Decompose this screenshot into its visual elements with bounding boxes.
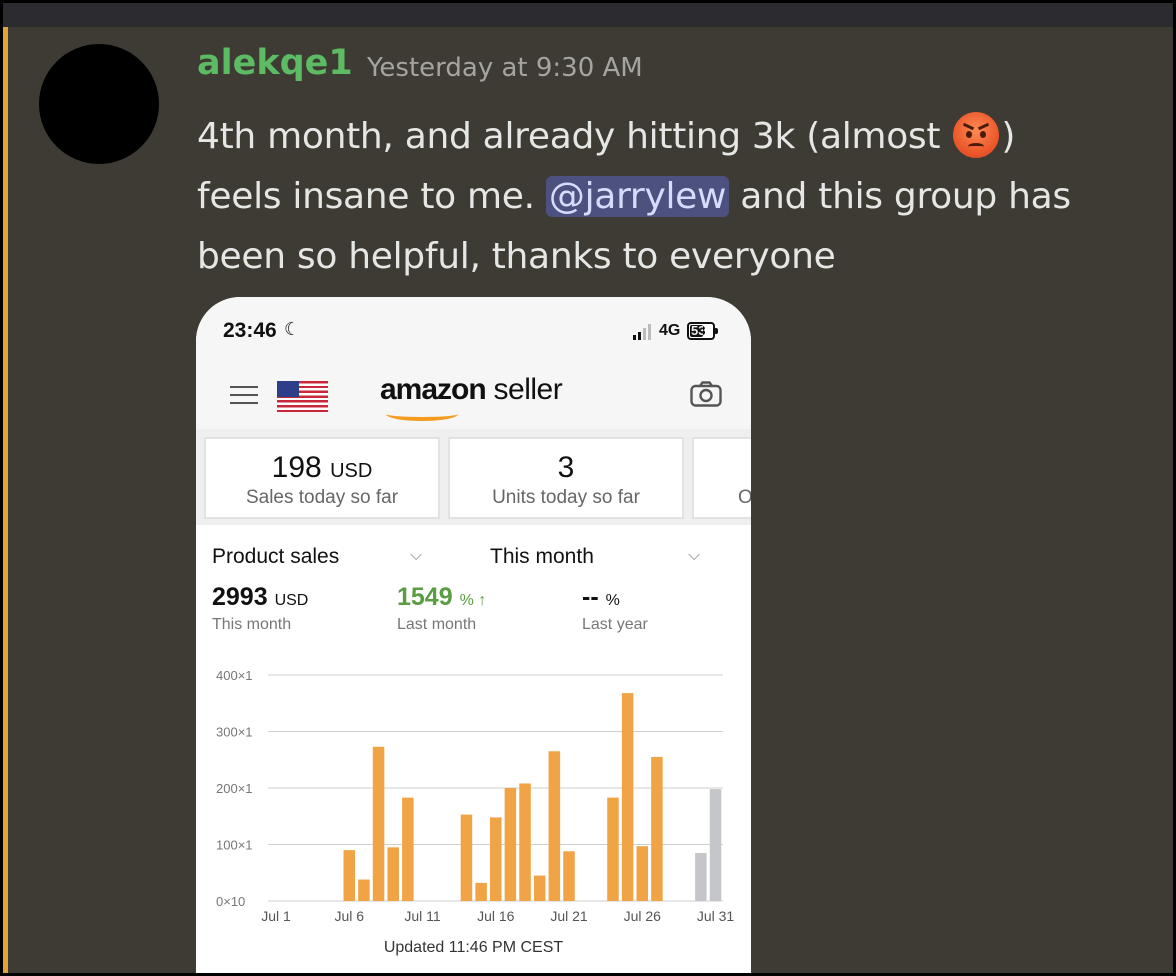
angry-face-icon	[953, 112, 1000, 158]
x-tick-label: Jul 6	[334, 908, 364, 924]
sales-bar	[621, 693, 634, 901]
y-tick-label: 300×1	[216, 725, 253, 740]
stat-last-year: -- % Last year	[582, 583, 648, 634]
kpi-value: 3	[557, 451, 575, 484]
signal-icon	[633, 324, 653, 340]
period-dropdown[interactable]: This month	[490, 545, 594, 569]
sales-bar	[636, 846, 648, 901]
sales-bar	[607, 797, 619, 901]
logo-amazon: amazon	[380, 373, 487, 406]
timestamp[interactable]: Yesterday at 9:30 AM	[367, 53, 643, 83]
discord-message-frame: alekqe1 Yesterday at 9:30 AM 4th month, …	[3, 3, 1173, 973]
y-tick-label: 400×1	[216, 668, 253, 683]
sales-bar	[343, 850, 355, 901]
sales-bar	[533, 875, 546, 901]
x-tick-label: Jul 26	[624, 908, 662, 924]
projected-bar	[695, 852, 707, 901]
y-tick-label: 200×1	[216, 781, 253, 796]
avatar[interactable]	[39, 44, 159, 164]
sales-bar	[504, 788, 517, 901]
sales-bar	[490, 817, 502, 901]
kpi-label: O	[738, 487, 751, 508]
mention-highlight-bar	[3, 27, 8, 973]
metric-dropdown[interactable]: Product sales	[212, 545, 339, 569]
y-tick-label: 100×1	[216, 838, 253, 853]
message-part: feels insane to me.	[197, 176, 546, 217]
stat-unit: %	[605, 592, 620, 609]
sales-bar	[563, 851, 575, 901]
phone-status-bar: 23:46 ☾ 4G 53	[196, 297, 751, 357]
kpi-third-card[interactable]: O	[692, 437, 751, 519]
logo-seller: seller	[485, 373, 563, 406]
message-part: )	[1001, 116, 1016, 157]
sales-bar	[402, 797, 414, 901]
kpi-label: Units today so far	[492, 487, 640, 508]
battery-icon: 53	[687, 322, 718, 340]
network-type: 4G	[659, 322, 681, 339]
stat-unit: %	[459, 592, 474, 609]
chevron-down-icon[interactable]: ⌵	[410, 547, 422, 565]
app-header: amazon seller	[196, 357, 751, 429]
sales-bar	[387, 847, 399, 901]
top-strip	[3, 3, 1173, 27]
stat-label: Last month	[397, 616, 477, 633]
stat-this-month: 2993 USD This month	[212, 583, 308, 634]
sales-bar	[519, 783, 531, 901]
stat-label: This month	[212, 616, 292, 633]
x-tick-label: Jul 16	[477, 908, 515, 924]
stat-value: --	[582, 583, 599, 611]
y-tick-label: 0×10	[216, 894, 245, 909]
x-tick-label: Jul 31	[697, 908, 735, 924]
projected-bar	[709, 789, 722, 901]
sales-bar	[358, 879, 370, 901]
x-tick-label: Jul 11	[404, 908, 441, 924]
us-flag-icon[interactable]	[277, 381, 328, 412]
kpi-unit: USD	[330, 460, 373, 482]
stat-label: Last year	[582, 616, 648, 633]
attached-screenshot[interactable]: 23:46 ☾ 4G 53 amazon seller 198 USD Sale…	[196, 297, 751, 973]
sales-bar	[372, 746, 385, 901]
user-mention[interactable]: @jarrylew	[545, 176, 730, 217]
x-tick-label: Jul 21	[550, 908, 588, 924]
message-text: 4th month, and already hitting 3k (almos…	[197, 107, 1157, 287]
status-time: 23:46	[223, 319, 277, 342]
moon-icon: ☾	[284, 319, 301, 339]
battery-level: 53	[691, 323, 706, 338]
message-part: 4th month, and already hitting 3k (almos…	[197, 116, 952, 157]
username[interactable]: alekqe1	[197, 43, 353, 83]
stat-value: 2993	[212, 583, 268, 611]
kpi-value: 198	[271, 451, 322, 484]
camera-icon[interactable]	[690, 381, 722, 407]
updated-timestamp: Updated 11:46 PM CEST	[383, 939, 564, 956]
stat-unit: USD	[274, 592, 309, 609]
amazon-smile-icon	[386, 407, 458, 421]
sales-bar	[475, 882, 487, 901]
kpi-units-today[interactable]: 3 Units today so far	[448, 437, 684, 519]
kpi-cards: 198 USD Sales today so far 3 Units today…	[196, 429, 751, 525]
kpi-sales-today[interactable]: 198 USD Sales today so far	[204, 437, 440, 519]
x-tick-label: Jul 1	[261, 908, 291, 924]
sales-bar	[548, 751, 561, 901]
arrow-up-icon: ↑	[473, 592, 487, 609]
sales-bar	[651, 756, 663, 901]
stat-last-month: 1549 % ↑ Last month	[397, 583, 486, 634]
menu-icon[interactable]	[230, 386, 258, 404]
sales-bar-chart: 400×1 300×1 200×1 100×1 0×10 Jul 1 Jul 6 Jul 11…	[216, 668, 735, 924]
sales-bar	[460, 814, 473, 901]
amazon-seller-logo: amazon seller	[380, 373, 563, 421]
stat-value: 1549	[397, 583, 453, 611]
kpi-label: Sales today so far	[245, 487, 399, 508]
chevron-down-icon[interactable]: ⌵	[688, 547, 700, 565]
